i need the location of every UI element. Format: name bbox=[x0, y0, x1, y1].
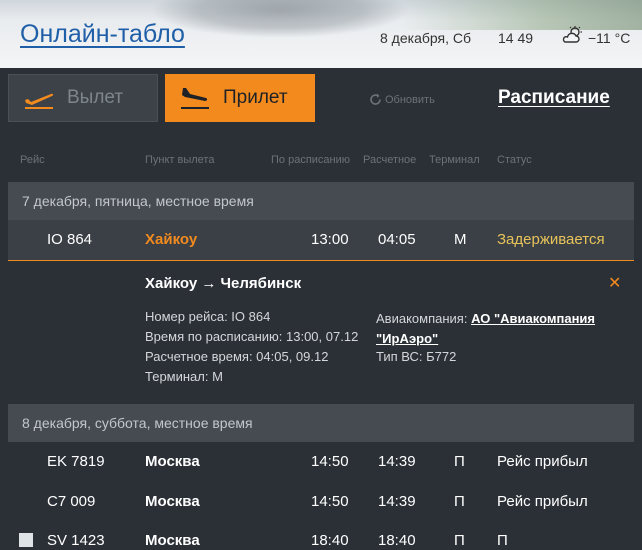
refresh-icon bbox=[370, 93, 381, 105]
detail-aircraft: Тип ВС: Б772 bbox=[376, 349, 457, 364]
table-row[interactable]: IO 864 Хайкоу 13:00 04:05 M Задерживаетс… bbox=[8, 220, 634, 260]
plane-takeoff-icon bbox=[25, 93, 54, 109]
detail-estimated-time: Расчетное время: 04:05, 09.12 bbox=[145, 349, 329, 364]
column-estimated: Расчетное bbox=[363, 154, 417, 166]
day-header: 8 декабря, суббота, местное время bbox=[8, 404, 634, 442]
flight-status: П bbox=[497, 532, 508, 549]
column-status: Статус bbox=[497, 154, 532, 166]
flight-scheduled: 13:00 bbox=[311, 231, 349, 248]
flight-board-panel: Вылет Прилет Обновить Расписание Рейс Пу… bbox=[2, 68, 640, 550]
flight-city: Москва bbox=[145, 493, 200, 510]
departures-tab[interactable]: Вылет bbox=[8, 74, 158, 122]
current-time: 14 49 bbox=[498, 30, 534, 46]
flight-detail-panel: Хайкоу → Челябинск ✕ Номер рейса: IO 864… bbox=[8, 260, 634, 402]
plane-landing-icon bbox=[181, 88, 209, 109]
departures-label: Вылет bbox=[67, 87, 124, 108]
flight-terminal: M bbox=[454, 231, 467, 248]
close-icon[interactable]: ✕ bbox=[608, 273, 621, 293]
flight-scheduled: 14:50 bbox=[311, 493, 349, 510]
detail-scheduled-time: Время по расписанию: 13:00, 07.12 bbox=[145, 329, 359, 344]
page-title[interactable]: Онлайн-табло bbox=[20, 20, 185, 49]
column-origin: Пункт вылета bbox=[145, 154, 215, 166]
flight-status: Рейс прибыл bbox=[497, 493, 588, 510]
flight-estimated: 14:39 bbox=[378, 453, 416, 470]
detail-flight-number: Номер рейса: IO 864 bbox=[145, 309, 271, 324]
flight-route: Хайкоу → Челябинск bbox=[145, 275, 302, 292]
codeshare-flag-icon bbox=[19, 533, 33, 547]
background-plane bbox=[150, 0, 410, 38]
flight-number: EK 7819 bbox=[47, 453, 105, 470]
flight-estimated: 18:40 bbox=[378, 532, 416, 549]
table-row[interactable]: EK 7819 Москва 14:50 14:39 П Рейс прибыл bbox=[8, 442, 634, 482]
flight-city: Москва bbox=[145, 453, 200, 470]
flight-estimated: 14:39 bbox=[378, 493, 416, 510]
airline-label: Авиакомпания: bbox=[376, 311, 468, 326]
current-date: 8 декабря, Сб bbox=[380, 30, 471, 46]
column-terminal: Терминал bbox=[429, 154, 480, 166]
background-trees bbox=[402, 0, 642, 30]
temperature: −11 °C bbox=[588, 30, 631, 46]
flight-city: Москва bbox=[145, 532, 200, 549]
flight-scheduled: 18:40 bbox=[311, 532, 349, 549]
table-row[interactable]: SV 1423 Москва 18:40 18:40 П П bbox=[8, 528, 634, 550]
schedule-link[interactable]: Расписание bbox=[498, 87, 610, 109]
flight-terminal: П bbox=[454, 532, 465, 549]
flight-estimated: 04:05 bbox=[378, 231, 416, 248]
refresh-button[interactable]: Обновить bbox=[369, 93, 435, 106]
flight-status: Рейс прибыл bbox=[497, 453, 588, 470]
column-flight: Рейс bbox=[20, 154, 45, 166]
table-row[interactable]: C7 009 Москва 14:50 14:39 П Рейс прибыл bbox=[8, 482, 634, 522]
flight-status: Задерживается bbox=[497, 231, 605, 248]
flight-terminal: П bbox=[454, 493, 465, 510]
arrivals-tab[interactable]: Прилет bbox=[165, 74, 315, 122]
day-header: 7 декабря, пятница, местное время bbox=[8, 182, 634, 220]
column-scheduled: По расписанию bbox=[271, 154, 351, 166]
flight-number: C7 009 bbox=[47, 493, 96, 510]
refresh-label: Обновить bbox=[385, 93, 435, 106]
flight-number: IO 864 bbox=[47, 231, 93, 248]
detail-terminal: Терминал: M bbox=[145, 369, 223, 384]
arrivals-label: Прилет bbox=[223, 87, 288, 108]
detail-airline: Авиакомпания: АО "Авиакомпания "ИрАэро" bbox=[376, 309, 616, 349]
cloud-sun-icon bbox=[562, 26, 582, 43]
flight-scheduled: 14:50 bbox=[311, 453, 349, 470]
flight-city: Хайкоу bbox=[145, 231, 198, 248]
flight-number: SV 1423 bbox=[47, 532, 105, 549]
flight-terminal: П bbox=[454, 453, 465, 470]
